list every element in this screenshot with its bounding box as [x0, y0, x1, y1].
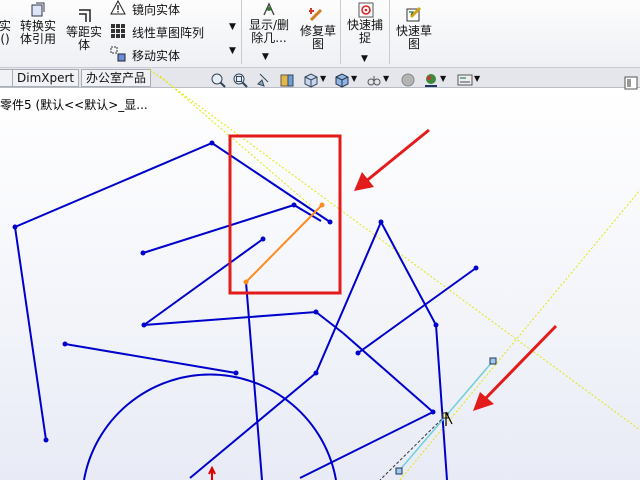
construction-guide-line	[149, 69, 640, 480]
selected-endpoint	[243, 279, 249, 285]
preview-handle[interactable]	[489, 357, 497, 365]
selected-endpoint	[319, 202, 325, 208]
red-arrow-bottom	[473, 324, 558, 411]
red-arrow-top	[354, 128, 430, 191]
sketch-lines[interactable]	[13, 141, 477, 480]
sketch-drawing	[12, 69, 640, 480]
preview-handle[interactable]	[395, 467, 403, 475]
inference-dashed-line	[379, 415, 446, 480]
origin-icon	[208, 465, 216, 480]
highlight-box	[228, 134, 342, 295]
